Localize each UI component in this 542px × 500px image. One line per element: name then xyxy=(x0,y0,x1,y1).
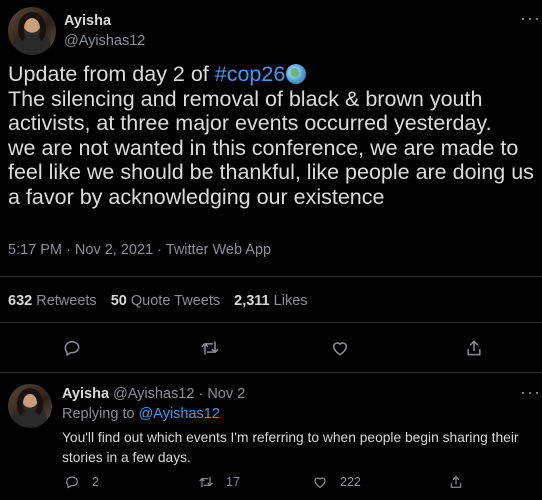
heart-icon xyxy=(333,342,347,356)
reply-separator: · xyxy=(198,386,204,402)
reply-like-button[interactable]: 222 xyxy=(312,474,361,490)
divider xyxy=(0,322,542,323)
retweets-label: Retweets xyxy=(36,293,97,309)
replying-to-handle[interactable]: @Ayishas12 xyxy=(139,406,220,422)
likes-label: Likes xyxy=(273,293,308,309)
reply-text: You'll find out which events I'm referri… xyxy=(62,430,519,465)
likes-stat[interactable]: 2,311 Likes xyxy=(234,293,307,309)
replying-label: Replying to xyxy=(62,406,135,422)
tweet-meta: 5:17 PM · Nov 2, 2021 · Twitter Web App xyxy=(8,242,271,258)
reply-likes-count: 222 xyxy=(340,475,361,489)
retweets-count: 632 xyxy=(8,293,33,309)
quote-tweets-stat[interactable]: 50 Quote Tweets xyxy=(111,293,220,309)
reply-button[interactable] xyxy=(58,334,86,362)
reply-icon xyxy=(64,341,80,356)
more-icon[interactable]: ··· xyxy=(520,8,541,29)
tweet-date[interactable]: Nov 2, 2021 xyxy=(75,242,153,258)
reply-more-icon[interactable]: ··· xyxy=(520,382,541,403)
meta-separator: · xyxy=(66,242,71,258)
author-handle[interactable]: @Ayishas12 xyxy=(64,33,145,49)
likes-count: 2,311 xyxy=(234,293,270,309)
author-avatar[interactable] xyxy=(8,7,56,55)
hashtag-link[interactable]: #cop26 xyxy=(215,62,286,86)
reply-author-avatar[interactable] xyxy=(8,384,52,428)
like-button[interactable] xyxy=(326,334,354,362)
share-icon xyxy=(450,476,462,488)
tweet-time[interactable]: 5:17 PM xyxy=(8,242,62,258)
tweet-stats: 632 Retweets 50 Quote Tweets 2,311 Likes xyxy=(8,293,318,309)
tweet-text-prefix: Update from day 2 of xyxy=(8,62,215,86)
retweet-button[interactable] xyxy=(196,334,224,362)
divider xyxy=(0,372,542,373)
avatar-hair xyxy=(16,388,44,420)
reply-icon xyxy=(66,476,78,489)
author-name[interactable]: Ayisha xyxy=(64,13,111,29)
avatar-hair xyxy=(17,11,47,46)
reply-retweet-button[interactable]: 17 xyxy=(198,474,240,490)
globe-emoji-icon xyxy=(286,64,307,84)
reply-reply-button[interactable]: 2 xyxy=(64,474,99,490)
reply-header: Ayisha @Ayishas12 · Nov 2 xyxy=(62,386,245,402)
share-button[interactable] xyxy=(460,334,488,362)
reply-date[interactable]: Nov 2 xyxy=(207,386,245,402)
retweets-stat[interactable]: 632 Retweets xyxy=(8,293,97,309)
retweet-icon xyxy=(199,476,213,488)
tweet-text: Update from day 2 of #cop26 The silencin… xyxy=(8,62,538,209)
reply-retweets-count: 17 xyxy=(226,475,240,489)
reply-author-name[interactable]: Ayisha xyxy=(62,386,109,402)
share-icon xyxy=(467,340,481,356)
tweet-text-body: The silencing and removal of black & bro… xyxy=(8,86,534,209)
reply-replies-count: 2 xyxy=(92,475,99,489)
heart-icon xyxy=(314,477,326,488)
reply-share-button[interactable] xyxy=(448,474,476,490)
quotes-count: 50 xyxy=(110,293,127,309)
tweet-source[interactable]: Twitter Web App xyxy=(166,242,271,258)
retweet-icon xyxy=(201,341,219,355)
divider xyxy=(0,276,542,277)
meta-separator: · xyxy=(157,242,162,258)
replying-to: Replying to @Ayishas12 xyxy=(62,406,220,422)
reply-author-handle[interactable]: @Ayishas12 xyxy=(113,386,194,402)
quotes-label: Quote Tweets xyxy=(130,293,221,309)
